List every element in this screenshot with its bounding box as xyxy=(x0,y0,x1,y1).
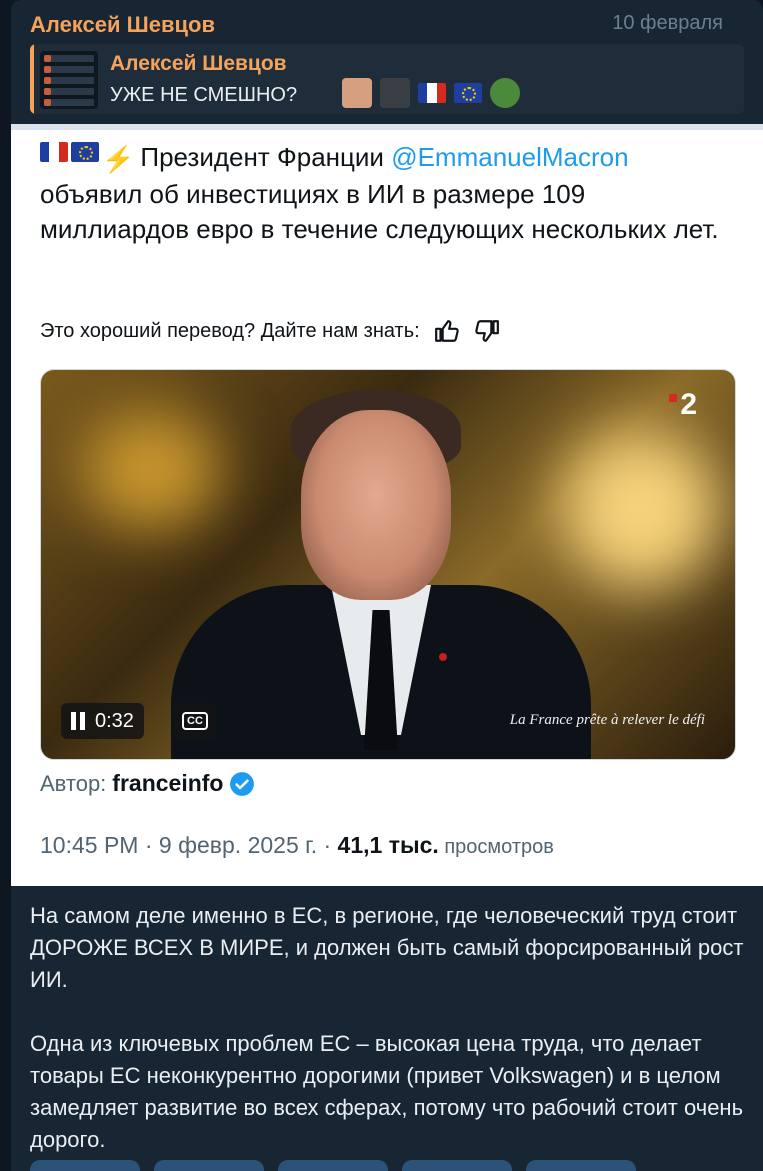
reply-thumbnail xyxy=(40,51,98,109)
face-sticker-icon xyxy=(380,78,410,108)
tweet-text: ⚡ Президент Франции @EmmanuelMacron объя… xyxy=(40,140,730,247)
cartoon-sticker-icon xyxy=(490,78,520,108)
tweet-card-top-edge xyxy=(11,124,763,130)
reply-text: УЖЕ НЕ СМЕШНО? xyxy=(110,84,298,106)
reactions-bar xyxy=(30,1160,636,1171)
flag-eu-icon xyxy=(454,83,482,103)
lightning-icon: ⚡ xyxy=(102,143,135,174)
reply-preview[interactable]: Алексей Шевцов УЖЕ НЕ СМЕШНО? xyxy=(30,44,744,114)
reaction-chip[interactable] xyxy=(526,1160,636,1171)
author-name[interactable]: franceinfo xyxy=(112,770,223,797)
flag-france-icon xyxy=(418,83,446,103)
tweet-text-suffix: объявил об инвестициях в ИИ в размере 10… xyxy=(40,178,719,244)
tweet-author: Автор: franceinfo xyxy=(40,770,255,797)
video-player[interactable]: 2 La France prête à relever le défi 0:32… xyxy=(40,369,736,760)
captions-button[interactable]: CC xyxy=(174,703,216,739)
tweet-timestamp: 10:45 PM · 9 февр. 2025 г. · xyxy=(40,832,338,858)
message-text: На самом деле именно в ЕС, в регионе, гд… xyxy=(30,900,750,1171)
playback-control[interactable]: 0:32 xyxy=(61,703,144,739)
message-paragraph: На самом деле именно в ЕС, в регионе, гд… xyxy=(30,903,744,992)
flag-eu-icon xyxy=(71,141,99,162)
channel-logo: 2 xyxy=(669,388,697,422)
translation-feedback: Это хороший перевод? Дайте нам знать: xyxy=(40,318,500,344)
message-paragraph: Одна из ключевых проблем ЕС – высокая це… xyxy=(30,1031,744,1152)
video-person-head xyxy=(301,410,451,600)
reaction-chip[interactable] xyxy=(30,1160,140,1171)
views-count: 41,1 тыс. xyxy=(337,832,439,858)
lapel-pin xyxy=(439,653,447,661)
message-bubble: Алексей Шевцов 10 февраля Алексей Шевцов… xyxy=(11,0,763,1171)
views-label: просмотров xyxy=(438,836,554,858)
captions-icon: CC xyxy=(182,712,208,730)
thumbs-down-icon[interactable] xyxy=(474,318,500,344)
sender-name[interactable]: Алексей Шевцов xyxy=(30,12,215,38)
mention-link[interactable]: @EmmanuelMacron xyxy=(391,142,628,172)
author-label: Автор: xyxy=(40,770,107,796)
reaction-chip[interactable] xyxy=(402,1160,512,1171)
wrestler-emoji-icon xyxy=(342,78,372,108)
flag-france-icon xyxy=(40,141,68,162)
reply-emojis xyxy=(342,78,520,108)
reaction-chip[interactable] xyxy=(278,1160,388,1171)
tweet-card[interactable]: ⚡ Президент Франции @EmmanuelMacron объя… xyxy=(11,124,763,886)
pause-icon[interactable] xyxy=(71,712,85,730)
video-caption: La France prête à relever le défi xyxy=(509,712,705,728)
translation-prompt: Это хороший перевод? Дайте нам знать: xyxy=(40,319,420,342)
tweet-text-prefix: Президент Франции xyxy=(140,142,392,172)
reply-accent-bar xyxy=(30,44,34,114)
message-date: 10 февраля xyxy=(612,12,723,34)
thumbs-up-icon[interactable] xyxy=(434,318,460,344)
reply-author: Алексей Шевцов xyxy=(110,52,287,75)
tweet-meta: 10:45 PM · 9 февр. 2025 г. · 41,1 тыс. п… xyxy=(40,832,554,859)
reaction-chip[interactable] xyxy=(154,1160,264,1171)
verified-badge-icon xyxy=(230,771,255,796)
video-time: 0:32 xyxy=(95,709,134,732)
